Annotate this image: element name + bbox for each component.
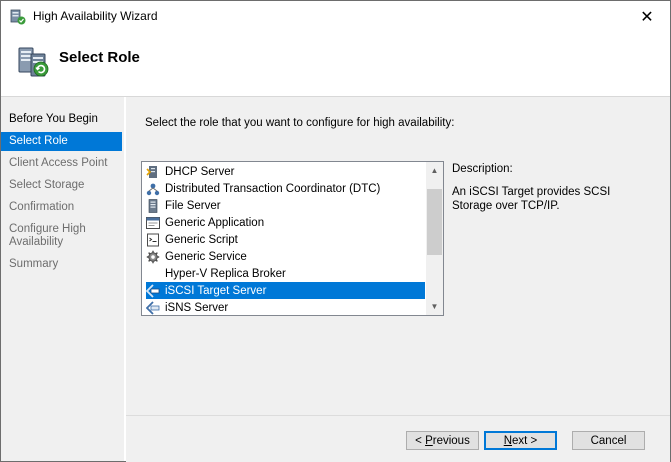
nav-step-confirmation: Confirmation bbox=[9, 201, 75, 213]
file-server-icon bbox=[146, 198, 160, 213]
role-item-iscsi-target-server[interactable]: iSCSI Target Server bbox=[146, 282, 425, 299]
window-title: High Availability Wizard bbox=[33, 9, 158, 23]
next-button[interactable]: Next > bbox=[484, 431, 557, 450]
role-label: Distributed Transaction Coordinator (DTC… bbox=[165, 182, 381, 195]
cancel-button[interactable]: Cancel bbox=[572, 431, 645, 450]
scroll-down-button[interactable]: ▼ bbox=[426, 298, 443, 315]
close-icon: ✕ bbox=[640, 8, 654, 26]
instruction-text: Select the role that you want to configu… bbox=[145, 117, 455, 129]
page-title: Select Role bbox=[59, 49, 140, 66]
role-item-generic-script[interactable]: Generic Script bbox=[146, 231, 425, 248]
generic-script-icon bbox=[146, 233, 160, 247]
nav-step-summary: Summary bbox=[9, 258, 59, 270]
role-item-dhcp-server[interactable]: DHCP Server bbox=[146, 163, 425, 180]
generic-application-icon bbox=[146, 216, 160, 230]
wizard-steps-nav: Before You Begin Select Role Client Acce… bbox=[1, 97, 124, 461]
button-bar: < Previous Next > Cancel bbox=[126, 415, 670, 462]
role-label: DHCP Server bbox=[165, 165, 235, 178]
role-item-dtc[interactable]: Distributed Transaction Coordinator (DTC… bbox=[146, 180, 425, 197]
role-item-generic-application[interactable]: Generic Application bbox=[146, 214, 425, 231]
wizard-header: Select Role bbox=[1, 32, 670, 97]
wizard-app-icon bbox=[10, 9, 26, 25]
isns-icon bbox=[146, 300, 160, 315]
previous-accelerator: P bbox=[425, 434, 433, 447]
dhcp-icon bbox=[146, 165, 160, 179]
chevron-down-icon: ▼ bbox=[430, 302, 439, 311]
description-label: Description: bbox=[452, 163, 513, 175]
next-label: ext > bbox=[512, 434, 538, 447]
previous-prefix: < bbox=[415, 434, 426, 447]
nav-step-configure-high-availability: Configure High Availability bbox=[9, 223, 86, 248]
description-text: An iSCSI Target provides SCSI Storage ov… bbox=[452, 186, 611, 212]
role-list-scrollbar[interactable]: ▲ ▼ bbox=[426, 162, 443, 315]
scroll-up-button[interactable]: ▲ bbox=[426, 162, 443, 179]
generic-service-icon bbox=[146, 250, 160, 264]
role-label: iSCSI Target Server bbox=[165, 284, 267, 297]
next-accelerator: N bbox=[503, 434, 513, 447]
nav-step-client-access-point: Client Access Point bbox=[9, 157, 108, 169]
nav-step-select-role[interactable]: Select Role bbox=[1, 132, 122, 151]
role-item-generic-service[interactable]: Generic Service bbox=[146, 248, 425, 265]
replica-broker-icon bbox=[146, 267, 160, 281]
dtc-icon bbox=[146, 182, 160, 196]
role-item-isns-server[interactable]: iSNS Server bbox=[146, 299, 425, 315]
previous-button[interactable]: < Previous bbox=[406, 431, 479, 450]
role-label: iSNS Server bbox=[165, 301, 229, 314]
role-label: File Server bbox=[165, 199, 221, 212]
wizard-window: High Availability Wizard ✕ Select Role B… bbox=[0, 0, 671, 462]
chevron-up-icon: ▲ bbox=[430, 166, 439, 175]
role-label: Generic Script bbox=[165, 233, 238, 246]
previous-label: revious bbox=[432, 434, 470, 447]
title-bar: High Availability Wizard ✕ bbox=[1, 1, 670, 32]
scroll-thumb[interactable] bbox=[427, 189, 442, 255]
nav-step-select-storage: Select Storage bbox=[9, 179, 85, 191]
close-button[interactable]: ✕ bbox=[624, 1, 670, 32]
role-item-hyper-v-replica-broker[interactable]: Hyper-V Replica Broker bbox=[146, 265, 425, 282]
role-item-file-server[interactable]: File Server bbox=[146, 197, 425, 214]
wizard-server-icon bbox=[18, 47, 49, 77]
iscsi-icon bbox=[146, 283, 160, 298]
role-label: Generic Application bbox=[165, 216, 265, 229]
role-label: Hyper-V Replica Broker bbox=[165, 267, 286, 280]
role-listbox[interactable]: DHCP Server Distributed Transaction Coor… bbox=[141, 161, 444, 316]
nav-step-before-you-begin[interactable]: Before You Begin bbox=[1, 113, 122, 126]
role-label: Generic Service bbox=[165, 250, 247, 263]
content-panel: Select the role that you want to configu… bbox=[126, 97, 670, 415]
